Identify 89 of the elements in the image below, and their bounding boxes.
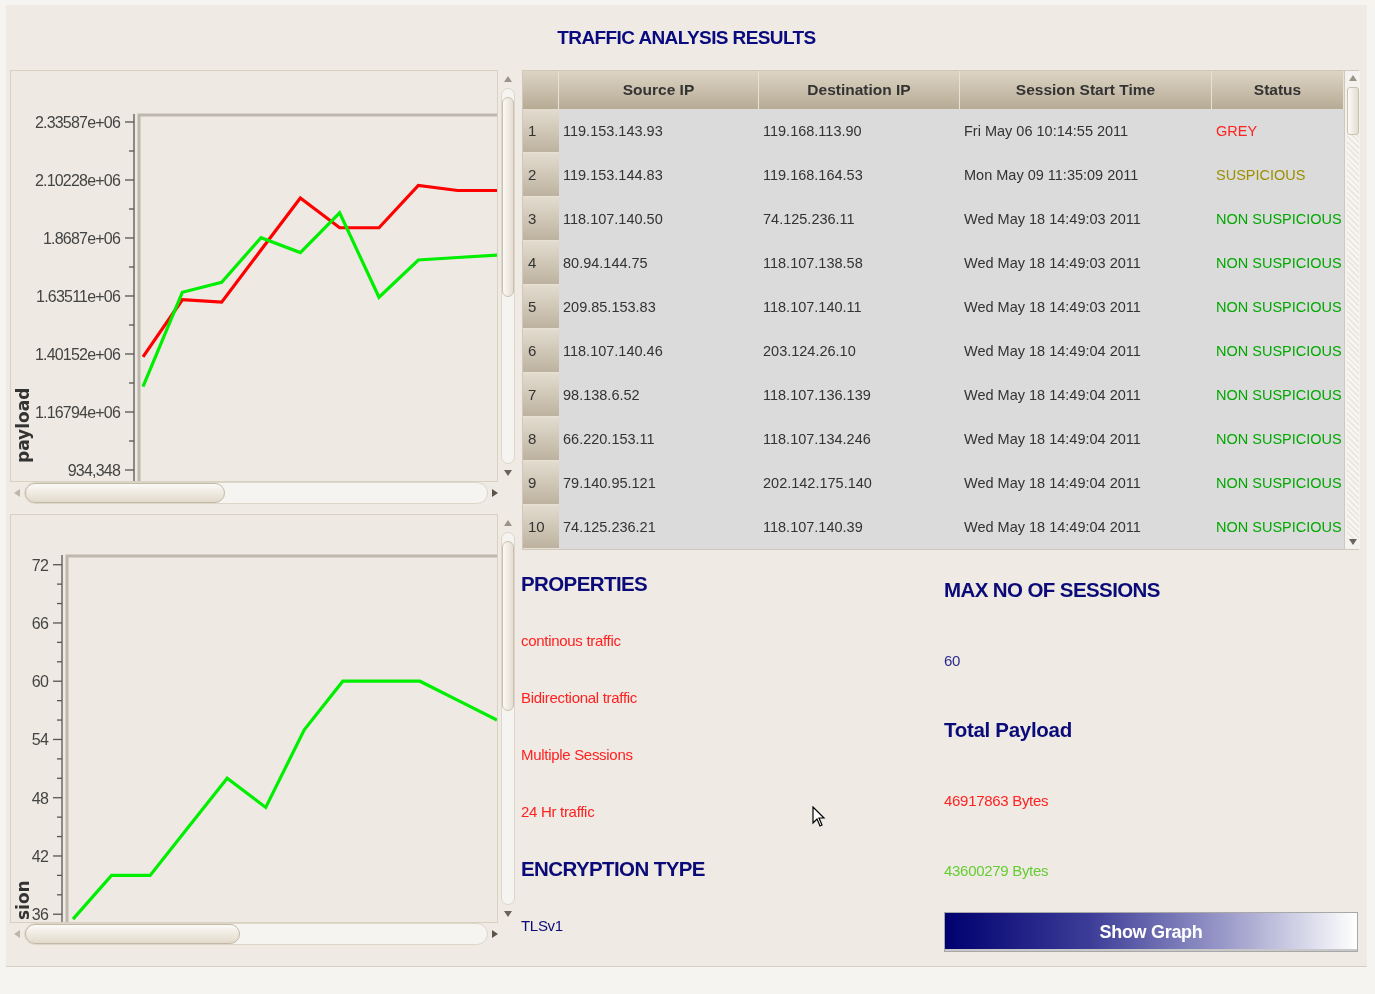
row-number: 5: [523, 285, 559, 329]
tick-label: 1.63511e+06: [36, 288, 120, 305]
section-heading: Total Payload: [944, 718, 1072, 742]
status-cell-text: NON SUSPICIOUS: [1215, 298, 1343, 317]
table-cell-text: Wed May 18 14:49:04 2011: [963, 342, 1142, 361]
table-cell-text: 74.125.236.21: [562, 518, 657, 537]
table-cell-text: Wed May 18 14:49:04 2011: [963, 474, 1142, 493]
table-cell-text: Wed May 18 14:49:04 2011: [963, 430, 1142, 449]
row-number: 10: [523, 505, 559, 549]
table-cell-text: 118.107.134.246: [762, 430, 872, 449]
table-cell-text: Wed May 18 14:49:03 2011: [963, 298, 1142, 317]
property-text: Bidirectional traffic: [521, 689, 637, 706]
table-cell-text: 119.168.164.53: [762, 166, 864, 185]
status-cell-text: NON SUSPICIOUS: [1215, 430, 1343, 449]
table-cell-text: Wed May 18 14:49:03 2011: [963, 210, 1142, 229]
column-header[interactable]: Source IP: [559, 71, 759, 109]
tick-label: 42: [31, 848, 48, 865]
status-cell-text: NON SUSPICIOUS: [1215, 474, 1343, 493]
table-cell-text: 203.124.26.10: [762, 342, 857, 361]
tick-label: 2.10228e+06: [34, 172, 120, 189]
table-cell-text: 80.94.144.75: [562, 254, 649, 273]
tick-label: 66: [31, 614, 48, 632]
table-cell-text: Wed May 18 14:49:03 2011: [963, 254, 1142, 273]
tick-label: 48: [31, 789, 48, 807]
row-number: 8: [523, 417, 559, 461]
payload-value: 46917863 Bytes: [944, 791, 1049, 809]
tick-label: 54: [31, 731, 48, 749]
row-number: 7: [523, 373, 559, 417]
tick-label: 60: [31, 673, 48, 691]
table-cell-text: 98.138.6.52: [562, 386, 641, 405]
cursor-icon: [812, 806, 826, 828]
table-cell-text: 118.107.138.58: [762, 254, 864, 273]
header-corner: [523, 71, 559, 109]
row-number: 6: [523, 329, 559, 373]
table-cell-text: 118.107.140.50: [562, 210, 664, 229]
table-cell-text: 79.140.95.121: [562, 474, 657, 493]
column-header[interactable]: Status: [1212, 71, 1344, 109]
status-cell-text: NON SUSPICIOUS: [1215, 210, 1343, 229]
status-cell-text: GREY: [1215, 122, 1259, 141]
status-cell-text: NON SUSPICIOUS: [1215, 254, 1343, 273]
row-number: 1: [523, 109, 559, 153]
table-cell-text: 118.107.136.139: [762, 386, 872, 405]
property-text: continous traffic: [521, 632, 621, 649]
table-cell-text: 119.168.113.90: [762, 122, 863, 141]
row-number: 3: [523, 197, 559, 241]
table-cell-text: 118.107.140.39: [762, 518, 864, 537]
horizontal-scrollbar[interactable]: [14, 923, 498, 945]
section-heading: ENCRYPTION TYPE: [521, 856, 705, 881]
property-text: 24 Hr traffic: [521, 803, 595, 820]
axis-title: payload: [13, 387, 33, 463]
table-cell-text: 118.107.140.46: [562, 342, 664, 361]
table-cell-text: Fri May 06 10:14:55 2011: [963, 122, 1130, 141]
table-cell-text: 209.85.153.83: [562, 298, 657, 317]
tick-label: 72: [31, 556, 48, 574]
table-cell-text: 119.153.144.83: [562, 166, 664, 185]
tick-label: 1.8687e+06: [43, 230, 120, 247]
payload-value: 43600279 Bytes: [944, 861, 1049, 879]
table-cell-text: 66.220.153.11: [562, 430, 656, 449]
tick-label: 2.33587e+06: [34, 114, 120, 131]
row-number: 2: [523, 153, 559, 197]
vertical-scrollbar[interactable]: [1344, 71, 1360, 549]
table-cell-text: 119.153.143.93: [562, 122, 664, 141]
section-heading: PROPERTIES: [521, 571, 648, 596]
show-graph-button[interactable]: Show Graph: [944, 912, 1358, 952]
tick-label: 1.16794e+06: [34, 404, 120, 421]
horizontal-scrollbar[interactable]: [14, 482, 498, 504]
status-cell-text: SUSPICIOUS: [1215, 166, 1307, 185]
property-text: Multiple Sessions: [521, 746, 633, 763]
table-cell-text: 202.142.175.140: [762, 474, 873, 493]
encryption-value: TLSv1: [521, 917, 563, 934]
tick-label: 934,348: [67, 462, 120, 479]
column-header[interactable]: Destination IP: [759, 71, 960, 109]
tick-label: 1.40152e+06: [34, 346, 120, 363]
status-cell-text: NON SUSPICIOUS: [1215, 386, 1343, 405]
status-cell-text: NON SUSPICIOUS: [1215, 342, 1343, 361]
table-cell-text: Wed May 18 14:49:04 2011: [963, 386, 1142, 405]
row-number: 9: [523, 461, 559, 505]
page-title: TRAFFIC ANALYSIS RESULTS: [556, 25, 817, 50]
row-number: 4: [523, 241, 559, 285]
sessions-value: 60: [944, 651, 961, 669]
tick-label: 36: [31, 906, 48, 922]
status-cell-text: NON SUSPICIOUS: [1215, 518, 1343, 537]
table-cell-text: 118.107.140.11: [762, 298, 863, 317]
axis-title: sion: [13, 880, 33, 920]
section-heading: MAX NO OF SESSIONS: [944, 578, 1160, 602]
column-header[interactable]: Session Start Time: [960, 71, 1212, 109]
table-cell-text: Mon May 09 11:35:09 2011: [963, 166, 1140, 185]
table-cell-text: 74.125.236.11: [762, 210, 856, 229]
table-cell-text: Wed May 18 14:49:04 2011: [963, 518, 1142, 537]
